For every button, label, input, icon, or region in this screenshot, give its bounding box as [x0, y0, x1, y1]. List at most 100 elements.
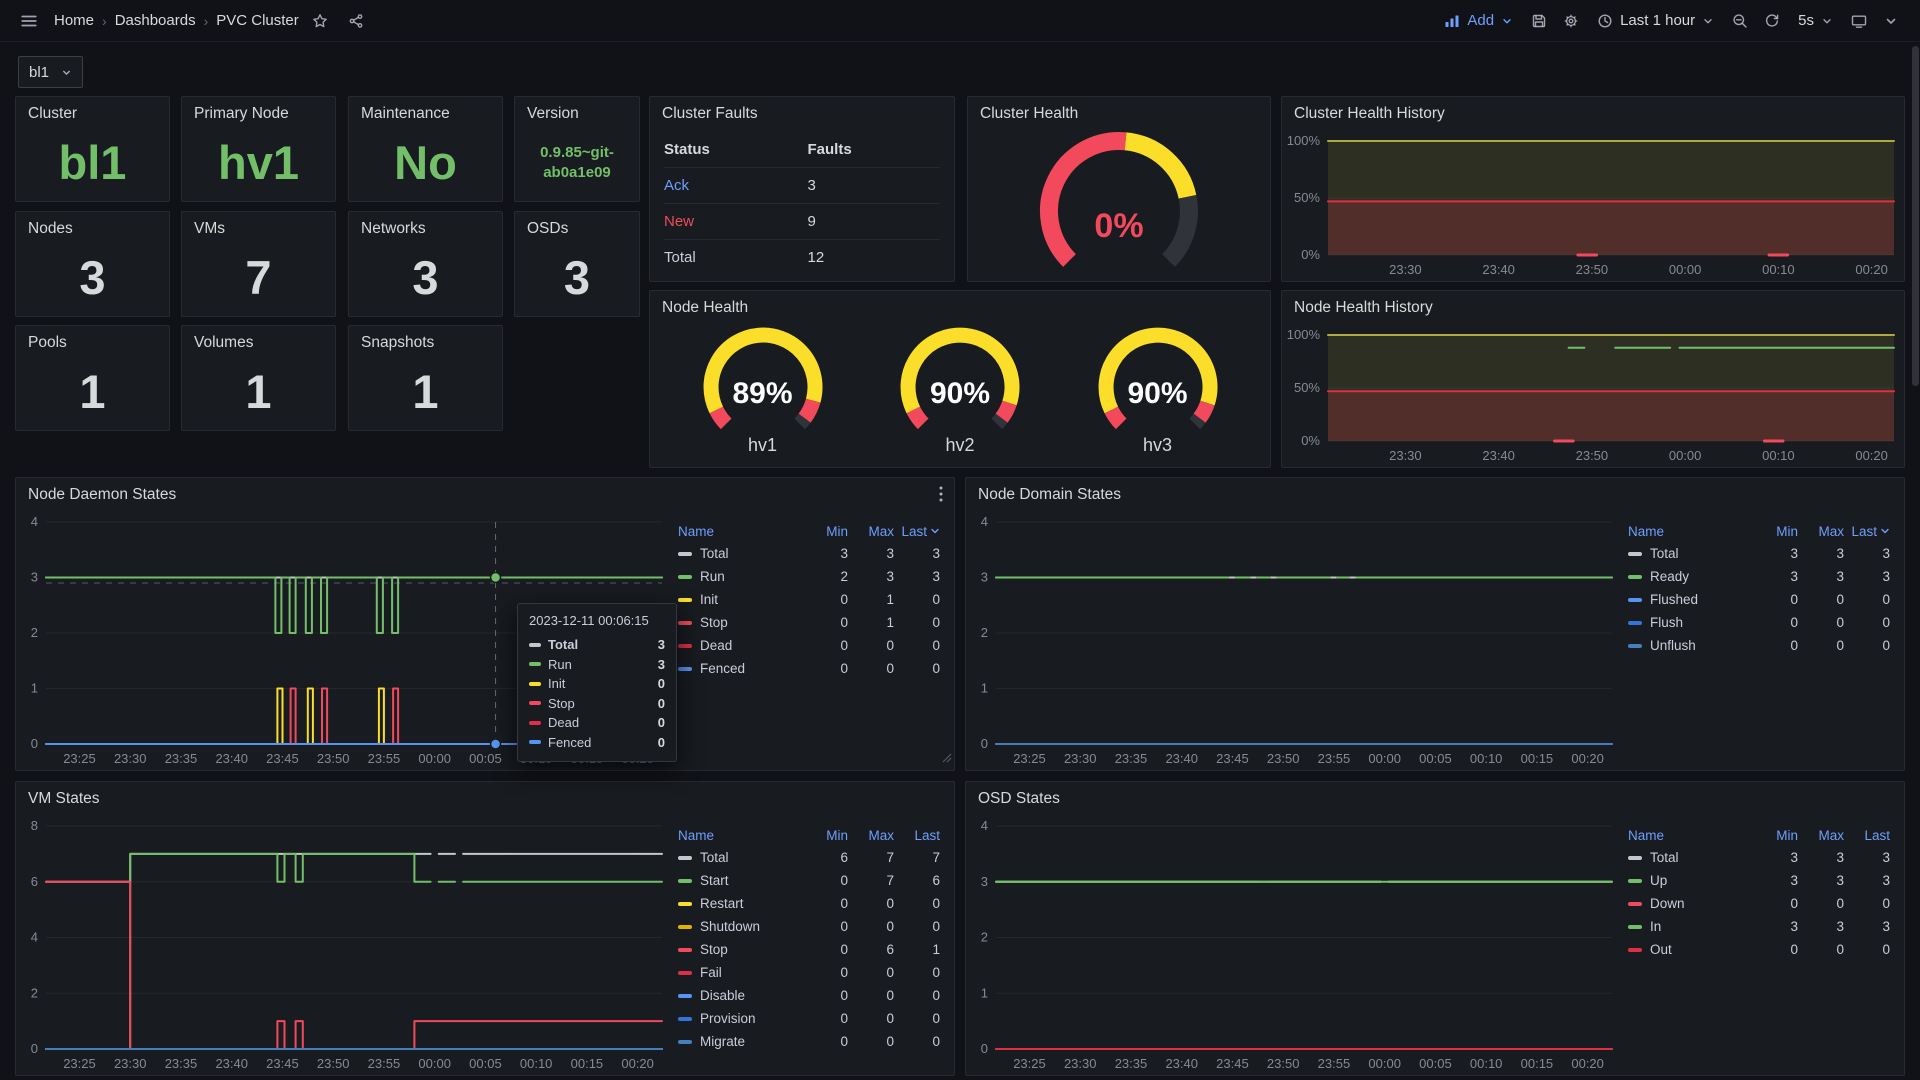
save-dashboard-button[interactable]: [1524, 6, 1554, 36]
variable-dropdown-cluster[interactable]: bl1: [18, 56, 83, 88]
breadcrumb-current[interactable]: PVC Cluster: [216, 12, 299, 29]
menu-button[interactable]: [14, 6, 44, 36]
panel-title[interactable]: Snapshots: [349, 326, 502, 360]
legend-row[interactable]: Ready 3 3 3: [1628, 565, 1890, 588]
legend-header-name[interactable]: Name: [1628, 524, 1752, 539]
svg-text:23:50: 23:50: [1576, 448, 1609, 463]
legend-row[interactable]: Init 0 1 0: [678, 588, 940, 611]
legend-row[interactable]: Out 0 0 0: [1628, 938, 1890, 961]
panel-title[interactable]: Volumes: [182, 326, 335, 360]
panel-title[interactable]: Cluster: [16, 97, 169, 131]
breadcrumb-home[interactable]: Home: [54, 12, 94, 29]
node-health-history-chart[interactable]: 0%50%100%23:3023:4023:5000:0000:1000:20: [1282, 325, 1904, 467]
panel-title[interactable]: Node Health History: [1282, 291, 1904, 325]
legend-row[interactable]: Run 2 3 3: [678, 565, 940, 588]
dashboard-settings-button[interactable]: [1556, 6, 1586, 36]
panel-title[interactable]: Cluster Health History: [1282, 97, 1904, 131]
panel-resize-handle[interactable]: [942, 750, 952, 768]
legend-header-min[interactable]: Min: [802, 524, 848, 539]
panel-title[interactable]: Node Health: [650, 291, 1270, 325]
svg-text:4: 4: [31, 514, 38, 529]
cluster-health-history-chart[interactable]: 0%50%100%23:3023:4023:5000:0000:1000:20: [1282, 131, 1904, 281]
vm-states-chart[interactable]: 0246823:2523:3023:3523:4023:4523:5023:55…: [16, 816, 672, 1075]
svg-text:4: 4: [981, 514, 988, 529]
legend-header-min[interactable]: Min: [1752, 524, 1798, 539]
legend-header-last[interactable]: Last: [894, 828, 940, 843]
star-icon: [312, 13, 328, 29]
legend-row[interactable]: Restart 0 0 0: [678, 892, 940, 915]
legend-header-max[interactable]: Max: [848, 828, 894, 843]
svg-text:23:50: 23:50: [317, 751, 350, 766]
panel-stat-volumes: Volumes 1: [181, 325, 336, 431]
share-button[interactable]: [341, 6, 371, 36]
legend-row[interactable]: Down 0 0 0: [1628, 892, 1890, 915]
legend-row[interactable]: Shutdown 0 0 0: [678, 915, 940, 938]
tv-mode-button[interactable]: [1844, 6, 1874, 36]
breadcrumb-dashboards[interactable]: Dashboards: [115, 12, 196, 29]
panel-title[interactable]: Nodes: [16, 212, 169, 246]
zoom-out-button[interactable]: [1725, 6, 1755, 36]
panel-title[interactable]: OSDs: [515, 212, 639, 246]
svg-text:0%: 0%: [1301, 247, 1320, 262]
legend-header-last[interactable]: Last: [1844, 524, 1890, 539]
series-swatch: [678, 856, 692, 860]
legend-header-last[interactable]: Last: [1844, 828, 1890, 843]
svg-text:23:35: 23:35: [1115, 751, 1148, 766]
panel-title[interactable]: OSD States: [966, 782, 1904, 816]
panel-title[interactable]: Maintenance: [349, 97, 502, 131]
panel-title[interactable]: Pools: [16, 326, 169, 360]
legend-row[interactable]: Stop 0 1 0: [678, 611, 940, 634]
legend-header-max[interactable]: Max: [1798, 524, 1844, 539]
panel-title[interactable]: Cluster Faults: [650, 97, 954, 131]
legend-row[interactable]: Start 0 7 6: [678, 869, 940, 892]
legend-header-min[interactable]: Min: [802, 828, 848, 843]
panel-menu-button[interactable]: [934, 485, 948, 508]
series-swatch: [1628, 856, 1642, 860]
legend-header-name[interactable]: Name: [678, 828, 802, 843]
svg-text:100%: 100%: [1287, 327, 1321, 342]
legend-row[interactable]: Stop 0 6 1: [678, 938, 940, 961]
legend-header-last[interactable]: Last: [894, 524, 940, 539]
legend-row[interactable]: Total 3 3 3: [1628, 846, 1890, 869]
series-min: 0: [802, 1034, 848, 1049]
favorite-button[interactable]: [305, 6, 335, 36]
panel-title[interactable]: Networks: [349, 212, 502, 246]
add-button[interactable]: Add: [1435, 6, 1522, 36]
time-range-picker[interactable]: Last 1 hour: [1588, 6, 1723, 36]
refresh-button[interactable]: [1757, 6, 1787, 36]
panel-title[interactable]: Node Domain States: [966, 478, 1904, 512]
legend-row[interactable]: Total 6 7 7: [678, 846, 940, 869]
legend-row[interactable]: Up 3 3 3: [1628, 869, 1890, 892]
svg-text:23:45: 23:45: [266, 1056, 299, 1071]
legend-header-max[interactable]: Max: [1798, 828, 1844, 843]
legend-row[interactable]: In 3 3 3: [1628, 915, 1890, 938]
legend-header-min[interactable]: Min: [1752, 828, 1798, 843]
osd-states-chart[interactable]: 0123423:2523:3023:3523:4023:4523:5023:55…: [966, 816, 1622, 1075]
series-max: 3: [1798, 919, 1844, 934]
panel-title[interactable]: Version: [515, 97, 639, 131]
legend-row[interactable]: Provision 0 0 0: [678, 1007, 940, 1030]
fault-count: 3: [808, 177, 940, 194]
legend-row[interactable]: Migrate 0 0 0: [678, 1030, 940, 1053]
legend-row[interactable]: Fail 0 0 0: [678, 961, 940, 984]
node-domain-states-chart[interactable]: 0123423:2523:3023:3523:4023:4523:5023:55…: [966, 512, 1622, 770]
legend-header-name[interactable]: Name: [1628, 828, 1752, 843]
legend-row[interactable]: Fenced 0 0 0: [678, 657, 940, 680]
panel-title[interactable]: Primary Node: [182, 97, 335, 131]
scrollbar-thumb[interactable]: [1912, 46, 1919, 386]
panel-title[interactable]: VM States: [16, 782, 954, 816]
panel-title[interactable]: Cluster Health: [968, 97, 1270, 131]
panel-title[interactable]: Node Daemon States: [16, 478, 954, 512]
legend-row[interactable]: Dead 0 0 0: [678, 634, 940, 657]
legend-row[interactable]: Disable 0 0 0: [678, 984, 940, 1007]
legend-header-max[interactable]: Max: [848, 524, 894, 539]
legend-row[interactable]: Flush 0 0 0: [1628, 611, 1890, 634]
refresh-interval-picker[interactable]: 5s: [1789, 6, 1842, 36]
panel-title[interactable]: VMs: [182, 212, 335, 246]
legend-row[interactable]: Total 3 3 3: [678, 542, 940, 565]
legend-row[interactable]: Unflush 0 0 0: [1628, 634, 1890, 657]
legend-row[interactable]: Total 3 3 3: [1628, 542, 1890, 565]
collapse-nav-button[interactable]: [1876, 6, 1906, 36]
legend-row[interactable]: Flushed 0 0 0: [1628, 588, 1890, 611]
legend-header-name[interactable]: Name: [678, 524, 802, 539]
